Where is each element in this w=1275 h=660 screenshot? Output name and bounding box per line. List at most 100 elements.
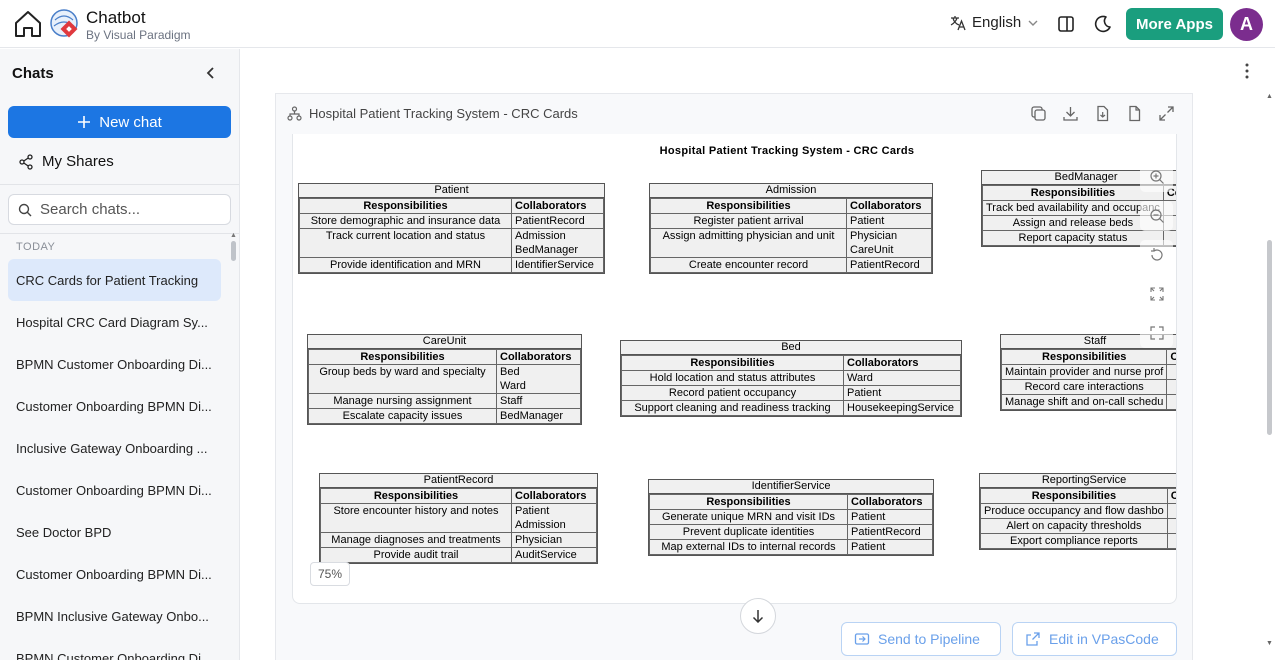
chat-list-item[interactable]: BPMN Customer Onboarding Di... (8, 637, 221, 660)
scroll-down-arrow-icon[interactable]: ▼ (1266, 640, 1273, 647)
download-icon[interactable] (1062, 105, 1079, 122)
scroll-up-arrow-icon[interactable]: ▲ (230, 232, 237, 239)
collaborator-cell (1166, 533, 1176, 549)
language-selector[interactable]: English (950, 14, 1039, 31)
crc-card[interactable]: PatientRecord Responsibilities Collaborato… (319, 473, 598, 564)
zoom-in-button[interactable] (1140, 162, 1173, 192)
chat-list-item[interactable]: Hospital CRC Card Diagram Sy... (8, 301, 221, 343)
responsibility-cell: Maintain provider and nurse prof (1000, 364, 1168, 380)
collaborator-cell: Patient (846, 213, 932, 229)
reset-view-button[interactable] (1140, 240, 1173, 270)
crc-row: Store encounter history and notes Patient… (320, 503, 597, 533)
collaborator-name: Patient (847, 387, 882, 399)
collaborator-name: Admission (515, 519, 566, 531)
dark-mode-icon[interactable] (1093, 14, 1113, 34)
collaborator-name: Bed (500, 366, 520, 378)
sidebar-scrollbar[interactable] (231, 241, 236, 261)
responsibility-cell: Produce occupancy and flow dashbo (980, 503, 1168, 519)
plus-icon (78, 116, 91, 128)
my-shares-link[interactable]: My Shares (18, 153, 114, 170)
copy-image-icon[interactable] (1030, 105, 1047, 122)
responsibilities-header: Responsibilities (308, 349, 497, 365)
chat-list-item[interactable]: Customer Onboarding BPMN Di... (8, 385, 221, 427)
home-icon[interactable] (13, 9, 43, 39)
crc-row: Create encounter record PatientRecord (650, 257, 932, 273)
avatar[interactable]: A (1230, 8, 1263, 41)
chat-list: CRC Cards for Patient Tracking Hospital C… (8, 259, 221, 660)
chat-list-item[interactable]: Customer Onboarding BPMN Di... (8, 469, 221, 511)
collaborator-cell: Physician CareUnit (846, 228, 932, 258)
crc-row: Produce occupancy and flow dashbo (980, 503, 1176, 519)
crc-card[interactable]: IdentifierService Responsibilities Collabo… (648, 479, 934, 556)
crc-table: Responsibilities Collaborators Store encou… (320, 488, 597, 563)
responsibility-cell: Manage shift and on-call schedu (1000, 394, 1168, 410)
crc-card-name: Patient (299, 184, 604, 198)
crc-row: Track current location and status Admissi… (299, 228, 604, 258)
crc-card[interactable]: ReportingServiceResponsibilitiesCollabor… (979, 473, 1176, 550)
collaborator-cell: AuditService (511, 547, 597, 563)
search-chats-input[interactable] (40, 201, 220, 218)
split-view-icon[interactable] (1056, 14, 1076, 34)
diagram-canvas[interactable]: Hospital Patient Tracking System - CRC C… (292, 134, 1177, 604)
main-scrollbar[interactable] (1267, 240, 1272, 435)
crc-table: Responsibilities Collaborators Group beds … (308, 349, 581, 424)
crc-table: Responsibilities Collaborators Generate un… (649, 494, 933, 555)
collaborator-name (1170, 395, 1176, 409)
collaborator-name: Patient (515, 505, 550, 517)
responsibility-cell: Group beds by ward and specialty (308, 364, 497, 394)
crc-card[interactable]: Admission Responsibilities Collaborators Re… (649, 183, 933, 274)
responsibilities-header: Responsibilities (320, 488, 512, 504)
collaborator-name: Ward (500, 380, 526, 392)
collaborator-name: Physician (850, 230, 898, 242)
export-file-icon[interactable] (1094, 105, 1111, 122)
search-chats-field[interactable] (8, 194, 231, 225)
crc-card[interactable]: Bed Responsibilities Collaborators Hold loc… (620, 340, 962, 417)
collaborator-name (1170, 365, 1176, 379)
responsibilities-header: Responsibilities (980, 488, 1168, 504)
reset-icon (1150, 248, 1163, 261)
crc-row: Escalate capacity issues BedManager (308, 408, 581, 424)
collaborator-name: Patient (851, 511, 886, 523)
chat-list-item[interactable]: Customer Onboarding BPMN Di... (8, 553, 221, 595)
scroll-up-arrow-icon[interactable]: ▲ (1266, 93, 1273, 100)
responsibilities-header: Responsibilities (1000, 349, 1168, 365)
crc-table: Responsibilities Collaborators Store demog… (299, 198, 604, 273)
collaborators-header: Collaborators (511, 488, 597, 504)
edit-in-vpascode-button[interactable]: Edit in VPasCode (1012, 622, 1177, 656)
chat-list-item[interactable]: CRC Cards for Patient Tracking (8, 259, 221, 301)
crc-card[interactable]: Patient Responsibilities Collaborators Stor… (298, 183, 605, 274)
responsibility-cell: Store demographic and insurance data (299, 213, 512, 229)
more-apps-button[interactable]: More Apps (1126, 8, 1223, 40)
crc-card-name: ReportingService (980, 474, 1176, 488)
responsibility-cell: Escalate capacity issues (308, 408, 497, 424)
collaborator-cell: Admission BedManager (511, 228, 604, 258)
chat-list-item[interactable]: BPMN Customer Onboarding Di... (8, 343, 221, 385)
scroll-to-bottom-button[interactable] (740, 598, 776, 634)
responsibility-cell: Export compliance reports (980, 533, 1168, 549)
sidebar-divider (0, 184, 239, 185)
collapse-sidebar-icon[interactable] (204, 66, 218, 80)
zoom-out-button[interactable] (1140, 201, 1173, 231)
new-chat-button[interactable]: New chat (8, 106, 231, 138)
more-options-icon[interactable] (1241, 62, 1253, 80)
crc-row: Record care interactions (1000, 379, 1176, 395)
fit-to-screen-button[interactable] (1140, 279, 1173, 309)
chevron-down-icon (1028, 20, 1038, 26)
collaborators-header: Collaborators (847, 494, 933, 510)
collaborators-header: Collaborators (846, 198, 932, 214)
fullscreen-button[interactable] (1140, 318, 1173, 348)
document-icon[interactable] (1126, 105, 1143, 122)
collaborator-cell (1166, 518, 1176, 534)
crc-card[interactable]: CareUnit Responsibilities Collaborators Gro… (307, 334, 582, 425)
crc-row: Maintain provider and nurse prof (1000, 364, 1176, 380)
expand-icon[interactable] (1158, 105, 1175, 122)
collaborator-name (1171, 534, 1176, 548)
collaborator-cell (1166, 503, 1176, 519)
chat-list-item[interactable]: See Doctor BPD (8, 511, 221, 553)
crc-card-name: Bed (621, 341, 961, 355)
chat-list-item[interactable]: BPMN Inclusive Gateway Onbo... (8, 595, 221, 637)
chat-list-item[interactable]: Inclusive Gateway Onboarding ... (8, 427, 221, 469)
crc-row: Manage diagnoses and treatments Physician (320, 532, 597, 548)
send-to-pipeline-button[interactable]: Send to Pipeline (841, 622, 1001, 656)
responsibility-cell: Hold location and status attributes (621, 370, 844, 386)
